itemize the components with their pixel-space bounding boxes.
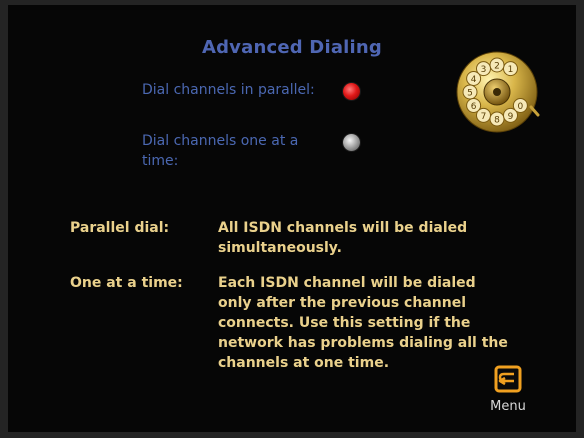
option-label-one-at-a-time: Dial channels one at a time:: [142, 133, 299, 169]
dial-digit: 3: [481, 65, 487, 75]
rotary-dial-icon: 1234 5 67 8 90: [456, 51, 540, 133]
dial-digit: 8: [494, 116, 500, 126]
dial-digit: 0: [518, 102, 524, 112]
description-text: All ISDN channels will be dialed simulta…: [218, 220, 468, 256]
radio-one-at-a-time[interactable]: [343, 134, 360, 151]
radio-parallel[interactable]: [343, 83, 360, 100]
dial-digit: 4: [471, 75, 477, 85]
screen: Advanced Dialing 1234567890 Dial channel…: [8, 5, 576, 432]
description-text: Each ISDN channel will be dialed only af…: [218, 275, 508, 371]
description-term: One at a time:: [70, 275, 183, 291]
dial-digit: 9: [508, 112, 514, 122]
back-arrow-icon: [494, 365, 522, 393]
dial-digit: 6: [471, 102, 477, 112]
dial-digit: 7: [481, 112, 487, 122]
dial-digit: 2: [494, 62, 500, 72]
dial-digit: 5: [467, 89, 473, 99]
menu-label: Menu: [490, 399, 526, 414]
option-label-parallel: Dial channels in parallel:: [142, 82, 315, 98]
menu-button[interactable]: Menu: [484, 365, 532, 417]
description-term: Parallel dial:: [70, 220, 170, 236]
dial-digit: 1: [508, 65, 514, 75]
